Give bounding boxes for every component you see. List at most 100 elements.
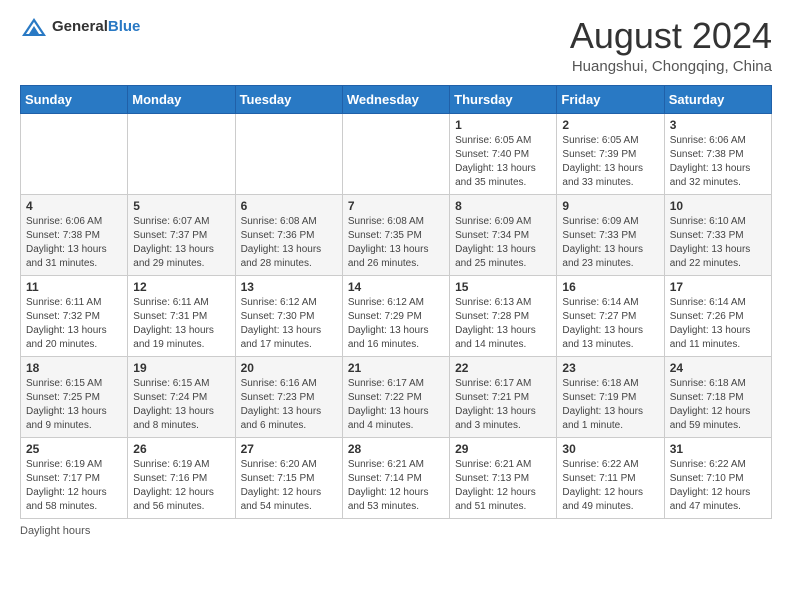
week-row-3: 11 Sunrise: 6:11 AM Sunset: 7:32 PM Dayli… [21, 275, 772, 356]
calendar-cell: 9 Sunrise: 6:09 AM Sunset: 7:33 PM Daylig… [557, 194, 664, 275]
day-info: Sunrise: 6:17 AM Sunset: 7:21 PM Dayligh… [455, 377, 551, 433]
day-number: 14 [348, 280, 444, 294]
calendar-cell: 28 Sunrise: 6:21 AM Sunset: 7:14 PM Dayli… [342, 437, 449, 518]
logo: GeneralBlue [20, 16, 140, 38]
calendar-cell: 10 Sunrise: 6:10 AM Sunset: 7:33 PM Dayli… [664, 194, 771, 275]
calendar-cell: 3 Sunrise: 6:06 AM Sunset: 7:38 PM Daylig… [664, 113, 771, 194]
day-number: 30 [562, 442, 658, 456]
header-saturday: Saturday [664, 85, 771, 113]
day-info: Sunrise: 6:15 AM Sunset: 7:24 PM Dayligh… [133, 377, 229, 433]
month-year-title: August 2024 [570, 16, 772, 56]
day-info: Sunrise: 6:18 AM Sunset: 7:19 PM Dayligh… [562, 377, 658, 433]
day-info: Sunrise: 6:09 AM Sunset: 7:34 PM Dayligh… [455, 215, 551, 271]
day-info: Sunrise: 6:15 AM Sunset: 7:25 PM Dayligh… [26, 377, 122, 433]
calendar-cell: 11 Sunrise: 6:11 AM Sunset: 7:32 PM Dayli… [21, 275, 128, 356]
day-number: 17 [670, 280, 766, 294]
day-info: Sunrise: 6:06 AM Sunset: 7:38 PM Dayligh… [26, 215, 122, 271]
day-info: Sunrise: 6:18 AM Sunset: 7:18 PM Dayligh… [670, 377, 766, 433]
day-number: 25 [26, 442, 122, 456]
day-info: Sunrise: 6:19 AM Sunset: 7:17 PM Dayligh… [26, 458, 122, 514]
day-number: 6 [241, 199, 337, 213]
calendar-cell: 17 Sunrise: 6:14 AM Sunset: 7:26 PM Dayli… [664, 275, 771, 356]
calendar-cell [128, 113, 235, 194]
calendar-cell: 31 Sunrise: 6:22 AM Sunset: 7:10 PM Dayli… [664, 437, 771, 518]
day-info: Sunrise: 6:21 AM Sunset: 7:13 PM Dayligh… [455, 458, 551, 514]
calendar-cell: 7 Sunrise: 6:08 AM Sunset: 7:35 PM Daylig… [342, 194, 449, 275]
day-number: 16 [562, 280, 658, 294]
calendar-cell: 24 Sunrise: 6:18 AM Sunset: 7:18 PM Dayli… [664, 356, 771, 437]
day-info: Sunrise: 6:12 AM Sunset: 7:29 PM Dayligh… [348, 296, 444, 352]
day-info: Sunrise: 6:06 AM Sunset: 7:38 PM Dayligh… [670, 134, 766, 190]
day-info: Sunrise: 6:09 AM Sunset: 7:33 PM Dayligh… [562, 215, 658, 271]
calendar-cell: 27 Sunrise: 6:20 AM Sunset: 7:15 PM Dayli… [235, 437, 342, 518]
day-info: Sunrise: 6:22 AM Sunset: 7:10 PM Dayligh… [670, 458, 766, 514]
calendar-cell [21, 113, 128, 194]
calendar-cell: 25 Sunrise: 6:19 AM Sunset: 7:17 PM Dayli… [21, 437, 128, 518]
day-info: Sunrise: 6:21 AM Sunset: 7:14 PM Dayligh… [348, 458, 444, 514]
day-number: 22 [455, 361, 551, 375]
day-info: Sunrise: 6:07 AM Sunset: 7:37 PM Dayligh… [133, 215, 229, 271]
calendar-cell: 29 Sunrise: 6:21 AM Sunset: 7:13 PM Dayli… [450, 437, 557, 518]
calendar-cell: 16Sunrise: 6:14 AM Sunset: 7:27 PM Dayli… [557, 275, 664, 356]
calendar-cell: 19 Sunrise: 6:15 AM Sunset: 7:24 PM Dayli… [128, 356, 235, 437]
day-info: Sunrise: 6:22 AM Sunset: 7:11 PM Dayligh… [562, 458, 658, 514]
day-number: 26 [133, 442, 229, 456]
day-info: Sunrise: 6:10 AM Sunset: 7:33 PM Dayligh… [670, 215, 766, 271]
title-area: August 2024 Huangshui, Chongqing, China [570, 16, 772, 75]
header-thursday: Thursday [450, 85, 557, 113]
day-info: Sunrise: 6:20 AM Sunset: 7:15 PM Dayligh… [241, 458, 337, 514]
calendar-cell: 14 Sunrise: 6:12 AM Sunset: 7:29 PM Dayli… [342, 275, 449, 356]
day-info: Sunrise: 6:11 AM Sunset: 7:32 PM Dayligh… [26, 296, 122, 352]
logo-icon [20, 16, 48, 38]
footer-note: Daylight hours [20, 525, 772, 537]
calendar-cell: 8 Sunrise: 6:09 AM Sunset: 7:34 PM Daylig… [450, 194, 557, 275]
day-info: Sunrise: 6:05 AM Sunset: 7:39 PM Dayligh… [562, 134, 658, 190]
day-number: 7 [348, 199, 444, 213]
calendar-cell [342, 113, 449, 194]
calendar-cell: 30 Sunrise: 6:22 AM Sunset: 7:11 PM Dayli… [557, 437, 664, 518]
day-number: 31 [670, 442, 766, 456]
header-wednesday: Wednesday [342, 85, 449, 113]
day-info: Sunrise: 6:11 AM Sunset: 7:31 PM Dayligh… [133, 296, 229, 352]
day-number: 3 [670, 118, 766, 132]
day-number: 1 [455, 118, 551, 132]
day-info: Sunrise: 6:12 AM Sunset: 7:30 PM Dayligh… [241, 296, 337, 352]
day-info: Sunrise: 6:05 AM Sunset: 7:40 PM Dayligh… [455, 134, 551, 190]
day-info: Sunrise: 6:08 AM Sunset: 7:36 PM Dayligh… [241, 215, 337, 271]
calendar-cell: 18Sunrise: 6:15 AM Sunset: 7:25 PM Dayli… [21, 356, 128, 437]
calendar-cell: 23 Sunrise: 6:18 AM Sunset: 7:19 PM Dayli… [557, 356, 664, 437]
calendar-cell: 6 Sunrise: 6:08 AM Sunset: 7:36 PM Daylig… [235, 194, 342, 275]
calendar-cell: 22 Sunrise: 6:17 AM Sunset: 7:21 PM Dayli… [450, 356, 557, 437]
day-number: 4 [26, 199, 122, 213]
day-number: 8 [455, 199, 551, 213]
weekday-header-row: Sunday Monday Tuesday Wednesday Thursday… [21, 85, 772, 113]
calendar-cell: 15Sunrise: 6:13 AM Sunset: 7:28 PM Dayli… [450, 275, 557, 356]
calendar-cell: 2Sunrise: 6:05 AM Sunset: 7:39 PM Daylig… [557, 113, 664, 194]
calendar-cell: 1 Sunrise: 6:05 AM Sunset: 7:40 PM Daylig… [450, 113, 557, 194]
day-number: 9 [562, 199, 658, 213]
day-number: 20 [241, 361, 337, 375]
day-number: 11 [26, 280, 122, 294]
week-row-1: 1 Sunrise: 6:05 AM Sunset: 7:40 PM Daylig… [21, 113, 772, 194]
calendar-cell [235, 113, 342, 194]
calendar-cell: 13 Sunrise: 6:12 AM Sunset: 7:30 PM Dayli… [235, 275, 342, 356]
calendar-cell: 20Sunrise: 6:16 AM Sunset: 7:23 PM Dayli… [235, 356, 342, 437]
header-sunday: Sunday [21, 85, 128, 113]
day-number: 29 [455, 442, 551, 456]
calendar-cell: 5 Sunrise: 6:07 AM Sunset: 7:37 PM Daylig… [128, 194, 235, 275]
day-number: 27 [241, 442, 337, 456]
day-number: 5 [133, 199, 229, 213]
day-number: 13 [241, 280, 337, 294]
week-row-2: 4 Sunrise: 6:06 AM Sunset: 7:38 PM Daylig… [21, 194, 772, 275]
day-info: Sunrise: 6:08 AM Sunset: 7:35 PM Dayligh… [348, 215, 444, 271]
day-number: 19 [133, 361, 229, 375]
day-number: 24 [670, 361, 766, 375]
day-number: 15 [455, 280, 551, 294]
calendar-table: Sunday Monday Tuesday Wednesday Thursday… [20, 85, 772, 519]
header-friday: Friday [557, 85, 664, 113]
day-info: Sunrise: 6:14 AM Sunset: 7:26 PM Dayligh… [670, 296, 766, 352]
header: GeneralBlue August 2024 Huangshui, Chong… [20, 16, 772, 75]
day-number: 23 [562, 361, 658, 375]
day-number: 28 [348, 442, 444, 456]
day-number: 10 [670, 199, 766, 213]
